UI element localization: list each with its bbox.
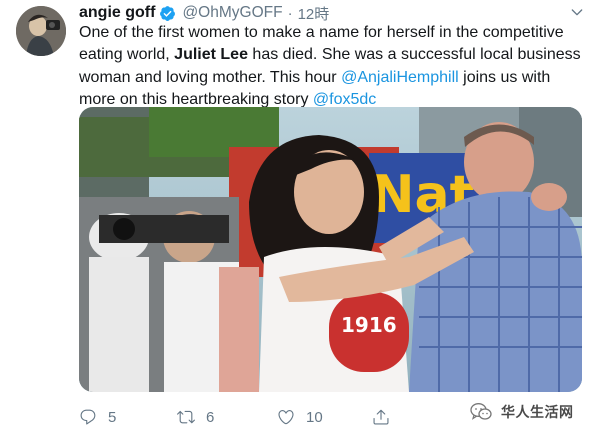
photo-image: Nat 1916 <box>79 107 582 392</box>
like-count: 10 <box>306 408 323 426</box>
highlighted-name: Juliet Lee <box>174 46 248 64</box>
avatar[interactable] <box>16 6 66 56</box>
reply-icon <box>80 409 96 425</box>
chevron-down-icon[interactable] <box>569 4 585 20</box>
watermark: 华人生活网 <box>470 401 574 423</box>
retweet-count: 6 <box>206 408 215 426</box>
tweet-text-line: One of the first women to make a name fo… <box>79 24 564 41</box>
watermark-text: 华人生活网 <box>501 404 574 420</box>
retweet-icon <box>177 410 195 424</box>
author-name[interactable]: angie goff <box>79 4 155 22</box>
author-handle[interactable]: @OhMyGOFF <box>182 4 282 22</box>
header-separator: · <box>287 4 293 22</box>
like-button[interactable]: 10 <box>277 404 323 430</box>
share-button[interactable] <box>372 404 401 430</box>
tweet-photo[interactable]: Nat 1916 <box>79 107 582 392</box>
tweet-text-line: eating world, Juliet Lee has died. She w… <box>79 46 581 64</box>
retweet-button[interactable]: 6 <box>177 404 214 430</box>
reply-count: 5 <box>108 408 117 426</box>
avatar-image <box>16 6 66 56</box>
tweet-text-line: woman and loving mother. This hour @Anja… <box>79 68 551 86</box>
mention-link[interactable]: @fox5dc <box>313 91 376 108</box>
heart-icon <box>278 410 294 425</box>
tweet-text: One of the first women to make a name fo… <box>79 22 589 111</box>
share-icon <box>373 409 389 425</box>
wechat-icon <box>470 403 492 420</box>
verified-badge-icon <box>160 5 176 21</box>
mention-link[interactable]: @AnjaliHemphill <box>341 69 459 86</box>
tweet-timestamp[interactable]: 12時 <box>298 3 330 24</box>
tweet-header: angie goff @OhMyGOFF · 12時 <box>79 2 329 24</box>
photo-shirt-text: 1916 <box>341 313 397 337</box>
tweet-card: angie goff @OhMyGOFF · 12時 One of the fi… <box>0 0 600 439</box>
reply-button[interactable]: 5 <box>79 404 116 430</box>
